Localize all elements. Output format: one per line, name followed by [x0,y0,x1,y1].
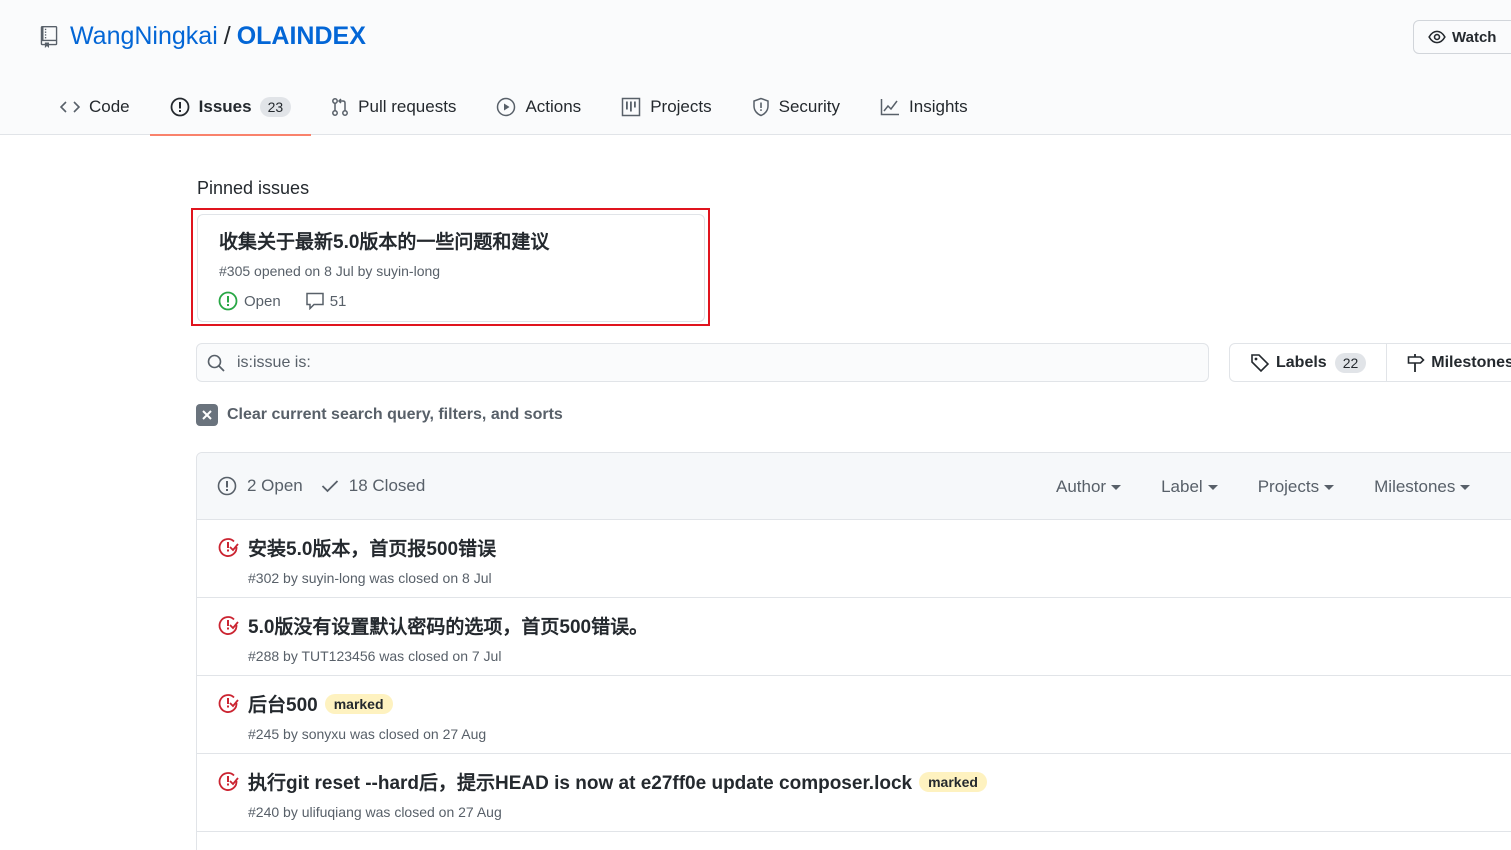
issue-label-marked[interactable]: marked [324,693,393,714]
issue-meta: #240 by ulifuqiang was closed on 27 Aug [248,804,502,820]
issues-list: 2 Open 18 Closed Author Label Projects M… [196,452,1511,850]
close-icon [196,404,218,426]
tab-label: Issues [198,96,252,116]
watch-label: Watch [1452,28,1497,46]
issue-opened-icon [218,291,238,311]
tab-insights[interactable]: Insights [860,78,988,135]
issue-closed-icon [218,694,239,713]
caret-down-icon [1460,485,1471,490]
issue-closed-icon [218,538,239,557]
issue-row[interactable]: 安装5.0版本，首页报500错误 #302 by suyin-long was … [197,520,1511,598]
issues-search-box[interactable] [196,343,1209,382]
issue-meta: #302 by suyin-long was closed on 8 Jul [248,570,492,586]
filter-label: Projects [1257,476,1320,496]
eye-icon [1428,30,1446,44]
tab-label: Actions [525,96,582,116]
labels-label: Labels [1276,353,1327,371]
shield-icon [752,97,769,116]
repo-name-link[interactable]: OLAINDEX [237,22,366,51]
issue-meta: #288 by TUT123456 was closed on 7 Jul [248,648,502,664]
issues-list-header: 2 Open 18 Closed Author Label Projects M… [197,453,1511,520]
issue-opened-icon [170,97,190,116]
filter-label: Label [1161,476,1203,496]
issue-meta: #245 by sonyxu was closed on 27 Aug [248,726,487,742]
comment-count-value: 51 [329,292,347,310]
issue-title[interactable]: 5.0版没有设置默认密码的选项，首页500错误。 [248,612,648,639]
issue-label-marked[interactable]: marked [919,771,987,792]
issue-title[interactable]: 后台500 marked [248,690,393,717]
author-filter[interactable]: Author [1056,476,1122,497]
tab-code[interactable]: Code [40,78,150,135]
repo-owner-link[interactable]: WangNingkai [70,22,218,51]
open-issues-toggle[interactable]: 2 Open [217,476,303,496]
watch-button[interactable]: Watch [1413,20,1511,54]
issue-filters: Author Label Projects Milestones [1056,453,1510,520]
status-label: Open [244,292,281,310]
projects-filter[interactable]: Projects [1257,476,1335,497]
clear-filters-label: Clear current search query, filters, and… [227,406,563,423]
tab-pull-requests[interactable]: Pull requests [311,78,476,135]
filter-label: Author [1056,476,1107,496]
search-icon [207,354,225,372]
milestones-label: Milestones [1431,353,1511,371]
tab-label: Code [89,96,130,116]
milestones-filter[interactable]: Milestones [1374,476,1471,497]
issue-row[interactable]: 执行git reset --hard后，提示HEAD is now at e27… [197,754,1511,832]
pinned-issue-status: Open 51 [218,291,346,311]
tab-projects[interactable]: Projects [601,78,731,135]
pinned-issues-heading: Pinned issues [197,178,310,198]
repo-nav-tabs: Code Issues 23 Pull requests Actions Pro… [40,78,988,136]
issues-count-badge: 23 [259,96,292,117]
tag-icon [1251,353,1270,372]
repo-separator: / [223,22,231,50]
issue-title[interactable]: 安装5.0版本，首页报500错误 [248,534,496,561]
comment-icon [305,292,324,310]
tab-security[interactable]: Security [732,78,860,135]
repo-icon [40,25,58,48]
play-icon [497,97,516,116]
issue-title[interactable]: 执行git reset --hard后，提示HEAD is now at e27… [248,768,987,795]
pinned-issue-card[interactable]: 收集关于最新5.0版本的一些问题和建议 #305 opened on 8 Jul… [197,214,705,322]
project-icon [621,97,641,116]
repo-header: WangNingkai / OLAINDEX Watch Code Issues… [0,0,1511,136]
tab-label: Security [778,96,841,116]
milestone-icon [1407,353,1425,372]
code-icon [60,100,80,113]
issue-opened-icon [217,476,237,496]
labels-milestones-group: Labels 22 Milestones [1229,343,1511,382]
milestones-button[interactable]: Milestones [1386,344,1511,381]
tab-label: Insights [909,96,968,116]
closed-count-label: 18 Closed [348,476,426,495]
open-count-label: 2 Open [247,476,303,495]
tab-actions[interactable]: Actions [476,78,601,135]
caret-down-icon [1207,485,1218,490]
clear-filters-link[interactable]: Clear current search query, filters, and… [196,404,563,426]
check-icon [321,480,338,493]
tab-issues[interactable]: Issues 23 [149,78,312,136]
graph-icon [880,98,900,115]
issue-closed-icon [218,772,239,791]
issue-row[interactable]: 后台500 marked #245 by sonyxu was closed o… [197,676,1511,754]
labels-button[interactable]: Labels 22 [1230,344,1386,381]
pinned-issue-meta: #305 opened on 8 Jul by suyin-long [219,263,441,279]
pinned-issue-title[interactable]: 收集关于最新5.0版本的一些问题和建议 [219,227,549,254]
repo-title: WangNingkai / OLAINDEX [40,22,366,51]
tab-label: Projects [650,96,712,116]
comment-count[interactable]: 51 [305,292,347,310]
caret-down-icon [1111,485,1122,490]
issue-closed-icon [218,616,239,635]
filter-label: Milestones [1374,476,1456,496]
labels-count-badge: 22 [1334,352,1367,373]
caret-down-icon [1324,485,1335,490]
closed-issues-toggle[interactable]: 18 Closed [321,476,426,496]
issue-row[interactable]: 5.0版没有设置默认密码的选项，首页500错误。 #288 by TUT1234… [197,598,1511,676]
tab-label: Pull requests [358,96,457,116]
search-input[interactable] [237,353,1137,372]
git-pull-request-icon [332,97,349,116]
label-filter[interactable]: Label [1161,477,1218,497]
issue-state-toggles: 2 Open 18 Closed [217,476,443,496]
